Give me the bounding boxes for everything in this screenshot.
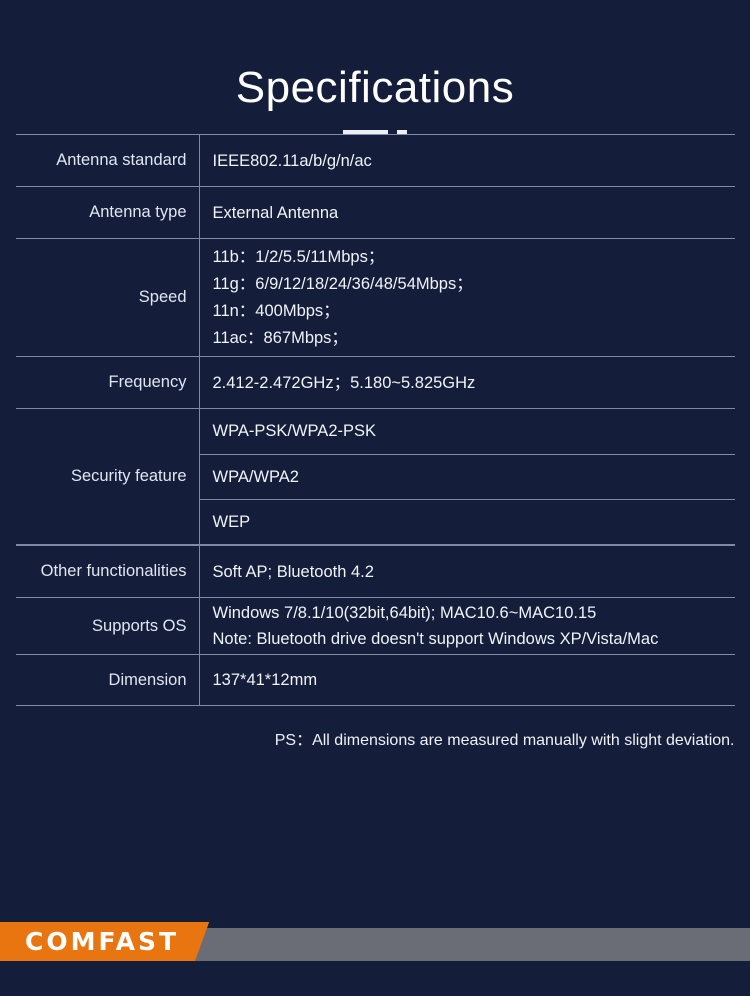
value-line: External Antenna — [212, 203, 339, 222]
value-line: Soft AP; Bluetooth 4.2 — [212, 562, 374, 581]
row-label: Frequency — [16, 357, 200, 409]
value-line: 11g：6/9/12/18/24/36/48/54Mbps； — [212, 275, 473, 294]
row-label: Other functionalities — [16, 546, 200, 598]
table-row-security: Security feature WPA-PSK/WPA2-PSK WPA/WP… — [15, 408, 735, 546]
specifications-table: Antenna standard IEEE802.11a/b/g/n/ac An… — [0, 134, 750, 707]
table-row: Antenna standard IEEE802.11a/b/g/n/ac — [15, 134, 735, 187]
value-line: 11b：1/2/5.5/11Mbps； — [212, 248, 385, 267]
table-row: Dimension 137*41*12mm — [15, 654, 735, 707]
value-line: Note: Bluetooth drive doesn't support Wi… — [212, 630, 659, 649]
table-row: Supports OS Windows 7/8.1/10(32bit,64bit… — [15, 597, 735, 655]
footer-gray-bar — [260, 928, 750, 961]
row-label: Security feature — [16, 409, 200, 545]
value-line: WEP — [199, 499, 735, 544]
page-title: Specifications — [235, 63, 515, 112]
row-label: Antenna standard — [16, 135, 200, 187]
row-value: IEEE802.11a/b/g/n/ac — [200, 135, 735, 186]
table-row: Frequency 2.412-2.472GHz；5.180~5.825GHz — [15, 356, 735, 409]
row-value: 11b：1/2/5.5/11Mbps； 11g：6/9/12/18/24/36/… — [200, 239, 735, 356]
table-row: Other functionalities Soft AP; Bluetooth… — [15, 545, 735, 598]
row-value-group: WPA-PSK/WPA2-PSK WPA/WPA2 WEP — [199, 409, 735, 544]
row-value: 2.412-2.472GHz；5.180~5.825GHz — [200, 357, 735, 408]
value-line: Windows 7/8.1/10(32bit,64bit); MAC10.6~M… — [212, 603, 597, 622]
value-line: WPA-PSK/WPA2-PSK — [212, 422, 377, 441]
row-value: Soft AP; Bluetooth 4.2 — [200, 546, 735, 597]
footer-banner: COMFAST — [0, 914, 750, 996]
value-line: WPA/WPA2 — [199, 454, 735, 499]
row-label: Antenna type — [16, 187, 200, 239]
comfast-logo: COMFAST — [25, 927, 180, 956]
row-label: Dimension — [16, 655, 200, 706]
row-label: Speed — [16, 239, 200, 357]
page-header: Specifications — [0, 0, 750, 135]
footnote-text: PS：All dimensions are measured manually … — [274, 732, 735, 750]
row-value: External Antenna — [200, 187, 735, 238]
row-value: 137*41*12mm — [200, 655, 735, 705]
value-line: 2.412-2.472GHz；5.180~5.825GHz — [212, 373, 476, 392]
row-label: Supports OS — [16, 598, 200, 655]
table-row: Speed 11b：1/2/5.5/11Mbps； 11g：6/9/12/18/… — [15, 238, 735, 357]
table-row: Antenna type External Antenna — [15, 186, 735, 239]
value-line: 137*41*12mm — [212, 671, 318, 690]
value-line: 11n：400Mbps； — [212, 301, 340, 320]
row-value: Windows 7/8.1/10(32bit,64bit); MAC10.6~M… — [200, 598, 735, 654]
divider-short-dash — [397, 130, 407, 135]
value-line: 11ac：867Mbps； — [212, 328, 348, 347]
divider-long-dash — [343, 130, 388, 135]
value-line: IEEE802.11a/b/g/n/ac — [212, 151, 372, 170]
